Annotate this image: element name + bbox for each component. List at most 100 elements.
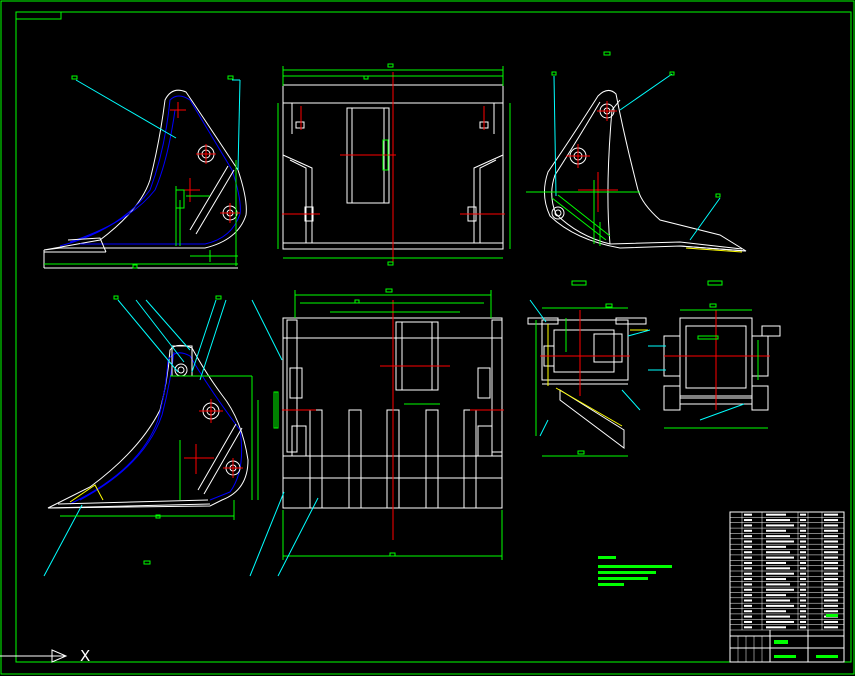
parts-list-cell-mark: [824, 626, 838, 629]
parts-list-cell-mark: [744, 561, 752, 564]
parts-list-cell-mark: [824, 545, 838, 548]
bucket-front-view-lower: [249, 288, 504, 577]
parts-list-cell-mark: [800, 524, 806, 527]
title-block: [729, 511, 845, 663]
parts-list-cell-mark: [824, 588, 838, 591]
parts-list-cell-mark: [800, 561, 806, 564]
parts-list-cell-mark: [744, 610, 752, 613]
bucket-side-view-upper-left: [43, 75, 247, 269]
parts-list-cell-mark: [800, 556, 806, 559]
parts-list-cell-mark: [824, 551, 838, 554]
parts-list-cell-mark: [824, 561, 838, 564]
parts-list-cell-mark: [766, 529, 786, 532]
parts-list-cell-mark: [766, 620, 794, 623]
title-block-name-mark: [774, 655, 796, 658]
parts-list-cell-mark: [824, 540, 838, 543]
parts-list-cell-mark: [824, 604, 838, 607]
parts-list-cell-mark: [766, 604, 794, 607]
parts-list-cell-mark: [800, 540, 806, 543]
parts-list-cell-mark: [824, 610, 838, 613]
parts-list-cell-mark: [800, 572, 806, 575]
parts-list-cell-mark: [766, 551, 790, 554]
parts-list-cell-mark: [766, 578, 786, 581]
parts-list-cell-mark: [744, 524, 752, 527]
bucket-side-view-upper-right: [526, 51, 747, 253]
parts-list-cell-mark: [824, 519, 838, 522]
bucket-front-view-upper: [277, 63, 511, 266]
parts-list-cell-mark: [800, 626, 806, 629]
parts-list-cell-mark: [800, 535, 806, 538]
parts-list-cell-mark: [744, 540, 752, 543]
parts-list-cell-mark: [800, 551, 806, 554]
parts-list-cell-mark: [824, 529, 838, 532]
parts-list-cell-mark: [800, 610, 806, 613]
parts-list-cell-mark: [766, 615, 790, 618]
parts-list-cell-mark: [744, 545, 752, 548]
parts-list-cell-mark: [800, 588, 806, 591]
parts-list-cell-mark: [800, 529, 806, 532]
parts-list-cell-mark: [766, 572, 794, 575]
parts-list-cell-mark: [800, 545, 806, 548]
parts-list-cell-mark: [744, 599, 752, 602]
parts-list-cell-mark: [800, 513, 806, 516]
ucs-axis-icon: [0, 649, 68, 663]
parts-list-cell-mark: [744, 620, 752, 623]
parts-list-cell-mark: [744, 572, 752, 575]
parts-list-cell-mark: [744, 519, 752, 522]
title-block-code-mark: [826, 614, 838, 617]
parts-list-cell-mark: [744, 535, 752, 538]
parts-list-cell-mark: [766, 513, 786, 516]
title-block-code-mark: [816, 655, 838, 658]
parts-list-cell-mark: [766, 540, 794, 543]
parts-list-cell-mark: [744, 567, 752, 570]
parts-list-cell-mark: [766, 519, 790, 522]
parts-list-cell-mark: [744, 626, 752, 629]
parts-list-cell-mark: [766, 561, 786, 564]
parts-list-cell-mark: [800, 578, 806, 581]
parts-list-cell-mark: [766, 545, 786, 548]
parts-list-cell-mark: [744, 615, 752, 618]
parts-list-cell-mark: [824, 524, 838, 527]
parts-list-cell-mark: [766, 524, 794, 527]
parts-list-cell-mark: [766, 599, 790, 602]
parts-list-cell-mark: [744, 578, 752, 581]
parts-list-cell-mark: [744, 604, 752, 607]
section-detail-left: [527, 280, 651, 457]
parts-list-cell-mark: [824, 583, 838, 586]
parts-list-cell-mark: [824, 594, 838, 597]
parts-list-cell-mark: [824, 578, 838, 581]
ucs-x-label: X: [80, 647, 91, 665]
section-detail-right: [648, 280, 781, 429]
parts-list-cell-mark: [824, 572, 838, 575]
parts-list-cell-mark: [766, 594, 786, 597]
cad-drawing-canvas: [0, 0, 855, 675]
parts-list-cell-mark: [766, 567, 790, 570]
parts-list-cell-mark: [744, 529, 752, 532]
parts-list-cell-mark: [766, 610, 786, 613]
parts-list-cell-mark: [824, 599, 838, 602]
parts-list-cell-mark: [744, 513, 752, 516]
title-block-name-mark: [774, 640, 788, 644]
parts-list-cell-mark: [744, 556, 752, 559]
parts-list-cell-mark: [744, 594, 752, 597]
parts-list-cell-mark: [766, 626, 786, 629]
parts-list-cell-mark: [766, 535, 790, 538]
parts-list-cell-mark: [744, 583, 752, 586]
parts-list-cell-mark: [824, 535, 838, 538]
parts-list-cell-mark: [800, 604, 806, 607]
parts-list-cell-mark: [800, 615, 806, 618]
parts-list-cell-mark: [800, 567, 806, 570]
parts-list-cell-mark: [744, 551, 752, 554]
parts-list-cell-mark: [744, 588, 752, 591]
parts-list-cell-mark: [800, 519, 806, 522]
parts-list-cell-mark: [800, 620, 806, 623]
parts-list-cell-mark: [766, 583, 790, 586]
parts-list-cell-mark: [824, 620, 838, 623]
parts-list-cell-mark: [766, 588, 794, 591]
parts-list-cell-mark: [824, 513, 838, 516]
parts-list-cell-mark: [800, 599, 806, 602]
parts-list-cell-mark: [800, 583, 806, 586]
parts-list-cell-mark: [824, 567, 838, 570]
parts-list-cell-mark: [824, 556, 838, 559]
bucket-side-view-lower-left: [43, 295, 259, 577]
